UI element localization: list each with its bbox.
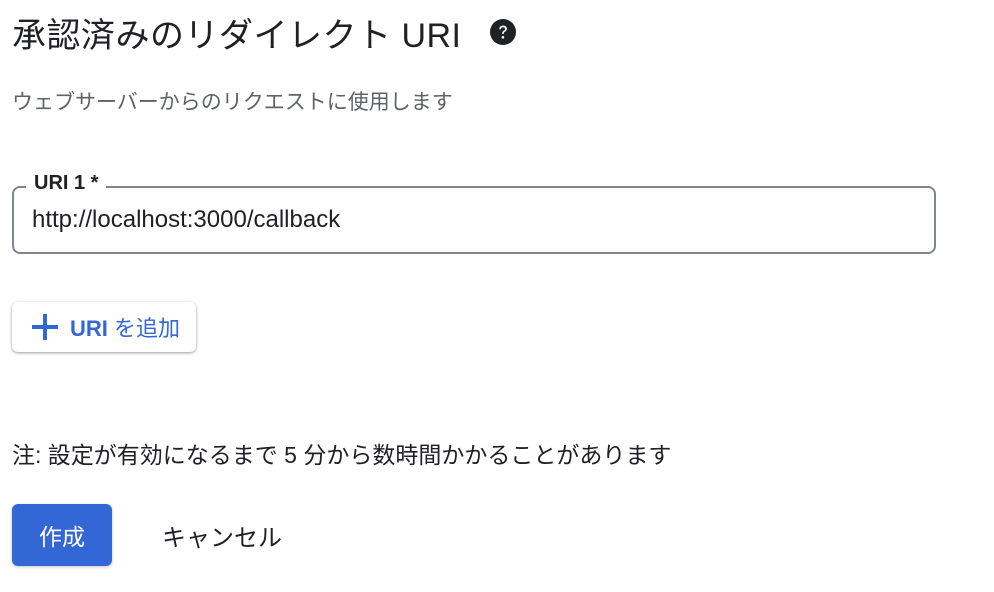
create-button[interactable]: 作成 <box>12 504 112 566</box>
uri-field-label: URI 1 * <box>26 172 107 195</box>
uri-field[interactable]: URI 1 * <box>12 172 936 254</box>
cancel-button[interactable]: キャンセル <box>148 504 296 566</box>
page-subtitle: ウェブサーバーからのリクエストに使用します <box>12 91 453 114</box>
uri-input[interactable] <box>32 203 912 237</box>
plus-icon <box>32 314 58 340</box>
add-uri-label-bold: URI <box>70 316 108 341</box>
add-uri-button[interactable]: URI を追加 <box>12 302 197 352</box>
propagation-note: 注: 設定が有効になるまで 5 分から数時間かかることがあります <box>12 442 672 468</box>
question-circle-icon[interactable] <box>489 19 516 45</box>
page-title: 承認済みのリダイレクト URI <box>12 16 462 55</box>
add-uri-label: URI を追加 <box>70 311 180 343</box>
add-uri-label-rest: を追加 <box>107 316 181 341</box>
page-header: 承認済みのリダイレクト URI <box>12 8 516 56</box>
